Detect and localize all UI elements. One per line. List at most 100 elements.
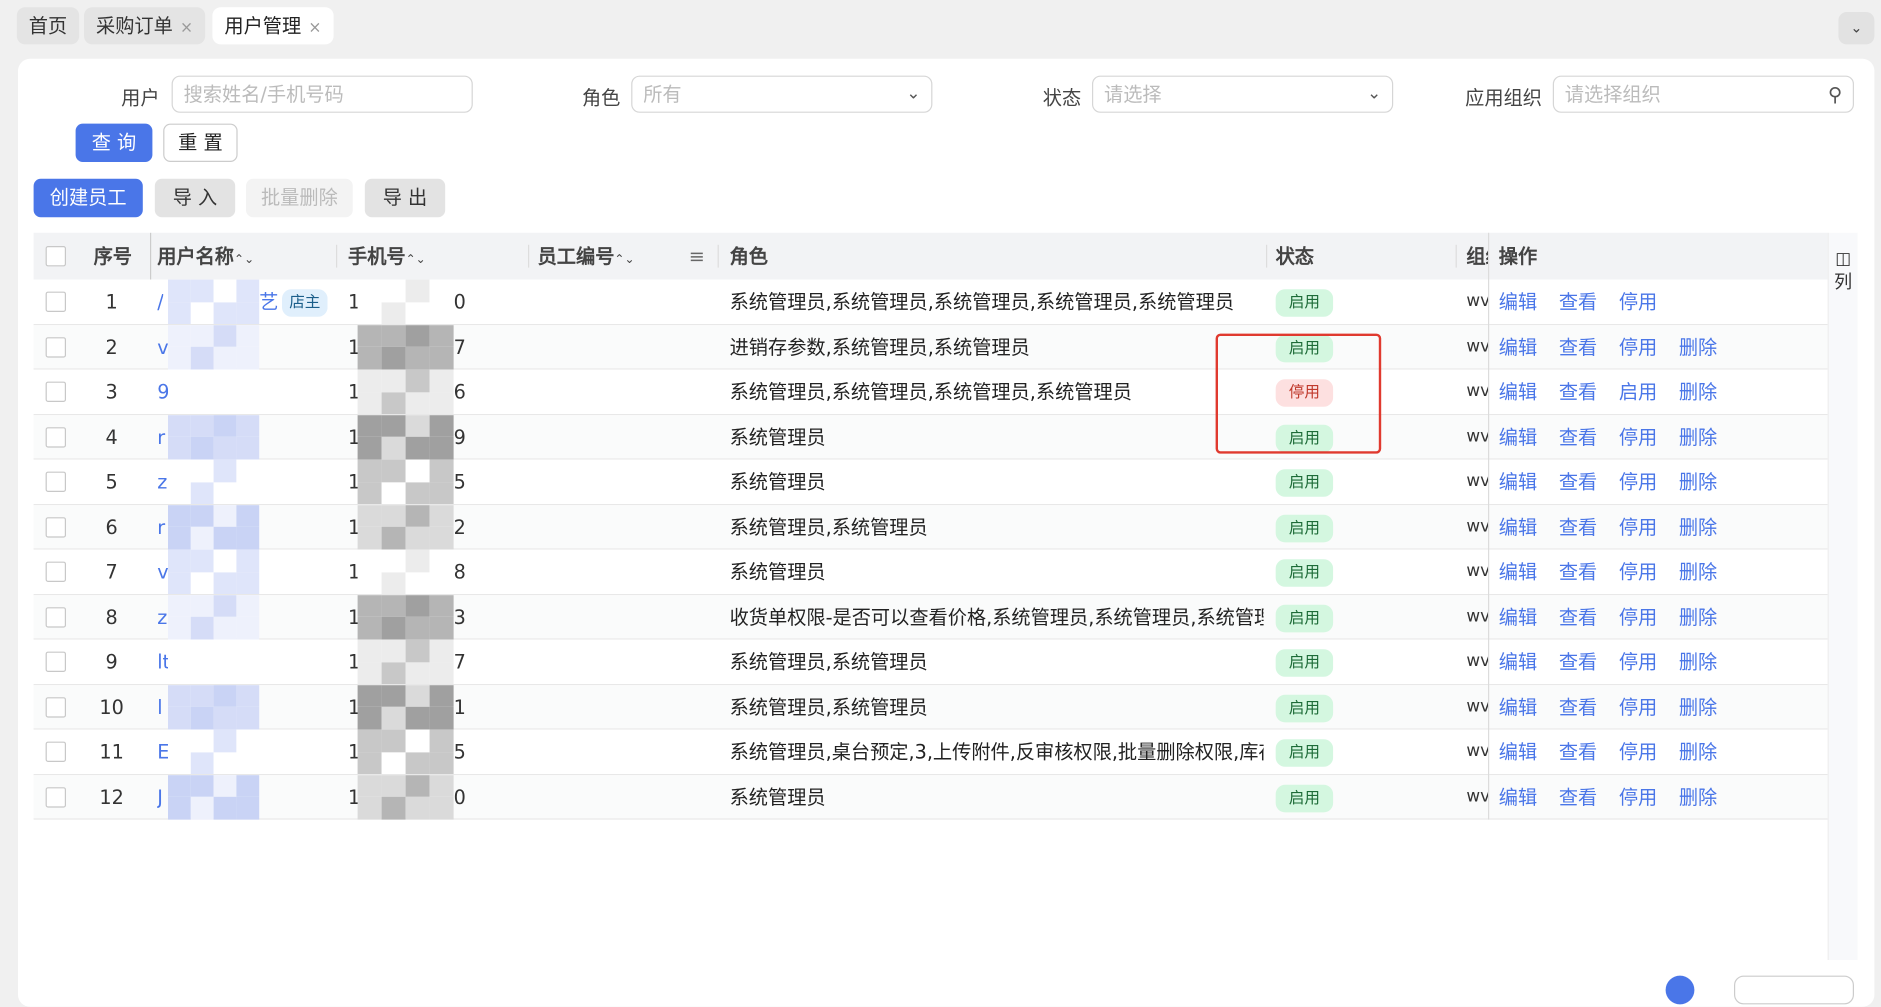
action-link[interactable]: 删除 <box>1679 560 1717 583</box>
action-link[interactable]: 删除 <box>1679 335 1717 358</box>
action-link[interactable]: 删除 <box>1679 380 1717 403</box>
action-link[interactable]: 编辑 <box>1499 335 1537 358</box>
action-link[interactable]: 编辑 <box>1499 290 1537 313</box>
batch-delete-button[interactable]: 批量删除 <box>246 178 353 218</box>
action-link[interactable]: 查看 <box>1559 290 1597 313</box>
action-link[interactable]: 查看 <box>1559 650 1597 673</box>
action-link[interactable]: 停用 <box>1619 335 1657 358</box>
row-checkbox[interactable] <box>45 741 66 762</box>
action-link[interactable]: 停用 <box>1619 695 1657 718</box>
action-link[interactable]: 停用 <box>1619 425 1657 448</box>
action-link[interactable]: 编辑 <box>1499 740 1537 763</box>
user-name-link[interactable]: z <box>157 595 167 639</box>
user-name-link[interactable]: / <box>157 280 163 324</box>
row-index: 7 <box>105 560 118 584</box>
row-checkbox[interactable] <box>45 651 66 672</box>
row-checkbox[interactable] <box>45 291 66 312</box>
action-link[interactable]: 停用 <box>1619 470 1657 493</box>
action-link[interactable]: 删除 <box>1679 515 1717 538</box>
row-checkbox[interactable] <box>45 471 66 493</box>
row-checkbox[interactable] <box>45 786 66 808</box>
row-checkbox[interactable] <box>45 426 66 448</box>
action-link[interactable]: 编辑 <box>1499 470 1537 493</box>
tabs-dropdown-button[interactable]: ⌄ <box>1838 12 1875 45</box>
action-link[interactable]: 编辑 <box>1499 380 1537 403</box>
action-link[interactable]: 查看 <box>1559 695 1597 718</box>
action-link[interactable]: 查看 <box>1559 605 1597 628</box>
action-link[interactable]: 查看 <box>1559 380 1597 403</box>
export-button[interactable]: 导 出 <box>364 178 446 218</box>
close-icon[interactable]: × <box>180 19 193 37</box>
user-name-link[interactable]: v <box>157 325 168 369</box>
action-link[interactable]: 启用 <box>1619 380 1657 403</box>
user-name-link[interactable]: J <box>157 775 163 819</box>
user-name-link[interactable]: v <box>157 550 168 594</box>
action-link[interactable]: 停用 <box>1619 785 1657 808</box>
user-name-link[interactable]: l <box>157 685 162 729</box>
action-link[interactable]: 停用 <box>1619 290 1657 313</box>
tab-purchase-order[interactable]: 采购订单 × <box>84 7 206 45</box>
row-checkbox[interactable] <box>45 696 66 717</box>
sort-icon[interactable]: ⌃⌄ <box>234 253 254 266</box>
status-select[interactable]: 请选择 ⌄ <box>1092 75 1394 113</box>
action-link[interactable]: 停用 <box>1619 515 1657 538</box>
action-link[interactable]: 查看 <box>1559 470 1597 493</box>
page-size-select[interactable] <box>1734 975 1855 1005</box>
col-name[interactable]: 用户名称⌃⌄ <box>157 233 254 280</box>
action-link[interactable]: 删除 <box>1679 605 1717 628</box>
action-link[interactable]: 编辑 <box>1499 560 1537 583</box>
action-link[interactable]: 查看 <box>1559 335 1597 358</box>
org-select[interactable]: 请选择组织 ⚲ <box>1552 75 1855 113</box>
action-link[interactable]: 删除 <box>1679 470 1717 493</box>
action-link[interactable]: 编辑 <box>1499 650 1537 673</box>
col-phone[interactable]: 手机号⌃⌄ <box>348 233 426 280</box>
sort-icon[interactable]: ⌃⌄ <box>406 253 426 266</box>
row-checkbox[interactable] <box>45 561 66 582</box>
org-cell: wv <box>1466 291 1488 311</box>
pagination-current-page[interactable] <box>1665 975 1695 1005</box>
action-link[interactable]: 查看 <box>1559 515 1597 538</box>
role-select[interactable]: 所有 ⌄ <box>631 75 933 113</box>
action-link[interactable]: 停用 <box>1619 605 1657 628</box>
column-settings-button[interactable]: ◫ 列 <box>1827 232 1858 961</box>
action-link[interactable]: 查看 <box>1559 425 1597 448</box>
status-label: 状态 <box>1042 86 1082 110</box>
user-search-input[interactable]: 搜索姓名/手机号码 <box>171 75 473 113</box>
user-name-link[interactable]: r <box>157 415 165 459</box>
action-link[interactable]: 查看 <box>1559 560 1597 583</box>
user-name-link[interactable]: r <box>157 505 165 549</box>
action-link[interactable]: 编辑 <box>1499 605 1537 628</box>
row-checkbox[interactable] <box>45 336 66 357</box>
action-link[interactable]: 编辑 <box>1499 425 1537 448</box>
column-menu-icon[interactable]: ≡ <box>689 233 705 280</box>
row-actions: 编辑 查看 停用 删除 <box>1499 775 1739 819</box>
close-icon[interactable]: × <box>308 19 321 37</box>
action-link[interactable]: 编辑 <box>1499 785 1537 808</box>
row-checkbox[interactable] <box>45 516 66 537</box>
action-link[interactable]: 删除 <box>1679 695 1717 718</box>
select-all-checkbox[interactable] <box>45 246 66 267</box>
row-checkbox[interactable] <box>45 381 66 403</box>
action-link[interactable]: 停用 <box>1619 650 1657 673</box>
redacted-mosaic <box>168 729 260 775</box>
import-button[interactable]: 导 入 <box>154 178 236 218</box>
query-button[interactable]: 查 询 <box>75 123 153 162</box>
action-link[interactable]: 删除 <box>1679 740 1717 763</box>
action-link[interactable]: 编辑 <box>1499 695 1537 718</box>
tab-user-management[interactable]: 用户管理 × <box>212 7 334 45</box>
action-link[interactable]: 删除 <box>1679 650 1717 673</box>
action-link[interactable]: 查看 <box>1559 785 1597 808</box>
action-link[interactable]: 删除 <box>1679 785 1717 808</box>
col-emp-no[interactable]: 员工编号⌃⌄ <box>538 233 635 280</box>
action-link[interactable]: 删除 <box>1679 425 1717 448</box>
reset-button[interactable]: 重 置 <box>163 123 238 162</box>
create-employee-button[interactable]: 创建员工 <box>33 178 143 218</box>
action-link[interactable]: 停用 <box>1619 740 1657 763</box>
action-link[interactable]: 停用 <box>1619 560 1657 583</box>
user-name-link[interactable]: z <box>157 460 167 504</box>
tab-home[interactable]: 首页 <box>16 7 80 45</box>
sort-icon[interactable]: ⌃⌄ <box>614 253 634 266</box>
action-link[interactable]: 查看 <box>1559 740 1597 763</box>
action-link[interactable]: 编辑 <box>1499 515 1537 538</box>
row-checkbox[interactable] <box>45 606 66 627</box>
